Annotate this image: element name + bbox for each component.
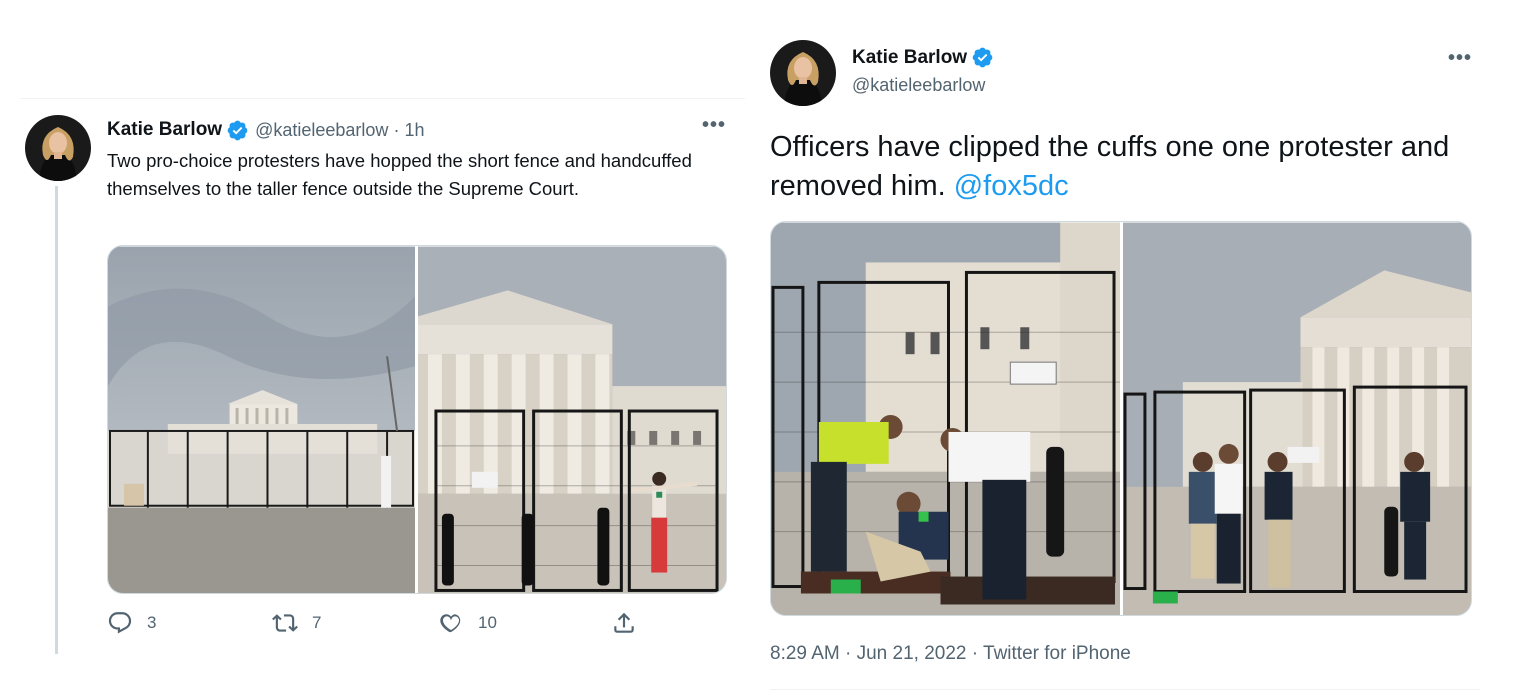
protester-at-fence-photo[interactable] [417, 246, 726, 594]
verified-badge-icon [227, 120, 248, 140]
timeline-tweet[interactable]: Katie Barlow @katieleebarlow · 1h ••• Tw… [20, 98, 745, 668]
tweet-meta: 8:29 AM · Jun 21, 2022 · Twitter for iPh… [770, 643, 1131, 664]
avatar[interactable] [25, 115, 91, 181]
divider [770, 689, 1480, 690]
media-grid[interactable] [770, 221, 1472, 616]
media-grid[interactable] [107, 245, 727, 594]
protester-escorted-photo[interactable] [1122, 222, 1471, 616]
share-icon [614, 612, 634, 633]
reply-icon [108, 612, 132, 634]
reply-count: 3 [147, 613, 157, 632]
author-handle[interactable]: @katieleebarlow [255, 120, 388, 141]
like-icon [440, 614, 461, 633]
officers-removing-protester-photo[interactable] [771, 222, 1120, 616]
like-count: 10 [478, 613, 497, 632]
tweet-body: Officers have clipped the cuffs one one … [770, 131, 1450, 202]
retweet-button[interactable]: 7 [272, 610, 321, 636]
reply-button[interactable]: 3 [107, 610, 156, 636]
divider [20, 98, 745, 99]
avatar[interactable] [770, 40, 836, 106]
thread-line [55, 186, 58, 654]
supreme-court-wide-photo[interactable] [108, 246, 415, 594]
author-name[interactable]: Katie Barlow [107, 119, 222, 141]
like-button[interactable]: 10 [438, 610, 497, 636]
share-button[interactable] [611, 610, 637, 636]
tweet-header: Katie Barlow @katieleebarlow · 1h [107, 118, 424, 142]
action-bar: 3 7 10 [107, 610, 647, 642]
timestamp[interactable]: 1h [404, 120, 424, 141]
mention-link[interactable]: @fox5dc [954, 170, 1069, 202]
tweet-text: Officers have clipped the cuffs one one … [770, 128, 1475, 206]
tweet-text: Two pro-choice protesters have hopped th… [107, 150, 692, 199]
author-name[interactable]: Katie Barlow [852, 47, 967, 69]
tweet-detail[interactable]: Katie Barlow @katieleebarlow ••• Officer… [770, 40, 1480, 700]
author-handle[interactable]: @katieleebarlow [852, 75, 985, 96]
retweet-icon [272, 614, 298, 632]
separator: · [393, 119, 400, 140]
author-name-row: Katie Barlow [852, 46, 994, 69]
more-icon[interactable]: ••• [1448, 47, 1472, 70]
more-icon[interactable]: ••• [702, 114, 726, 137]
verified-badge-icon [972, 47, 993, 68]
retweet-count: 7 [312, 613, 322, 632]
